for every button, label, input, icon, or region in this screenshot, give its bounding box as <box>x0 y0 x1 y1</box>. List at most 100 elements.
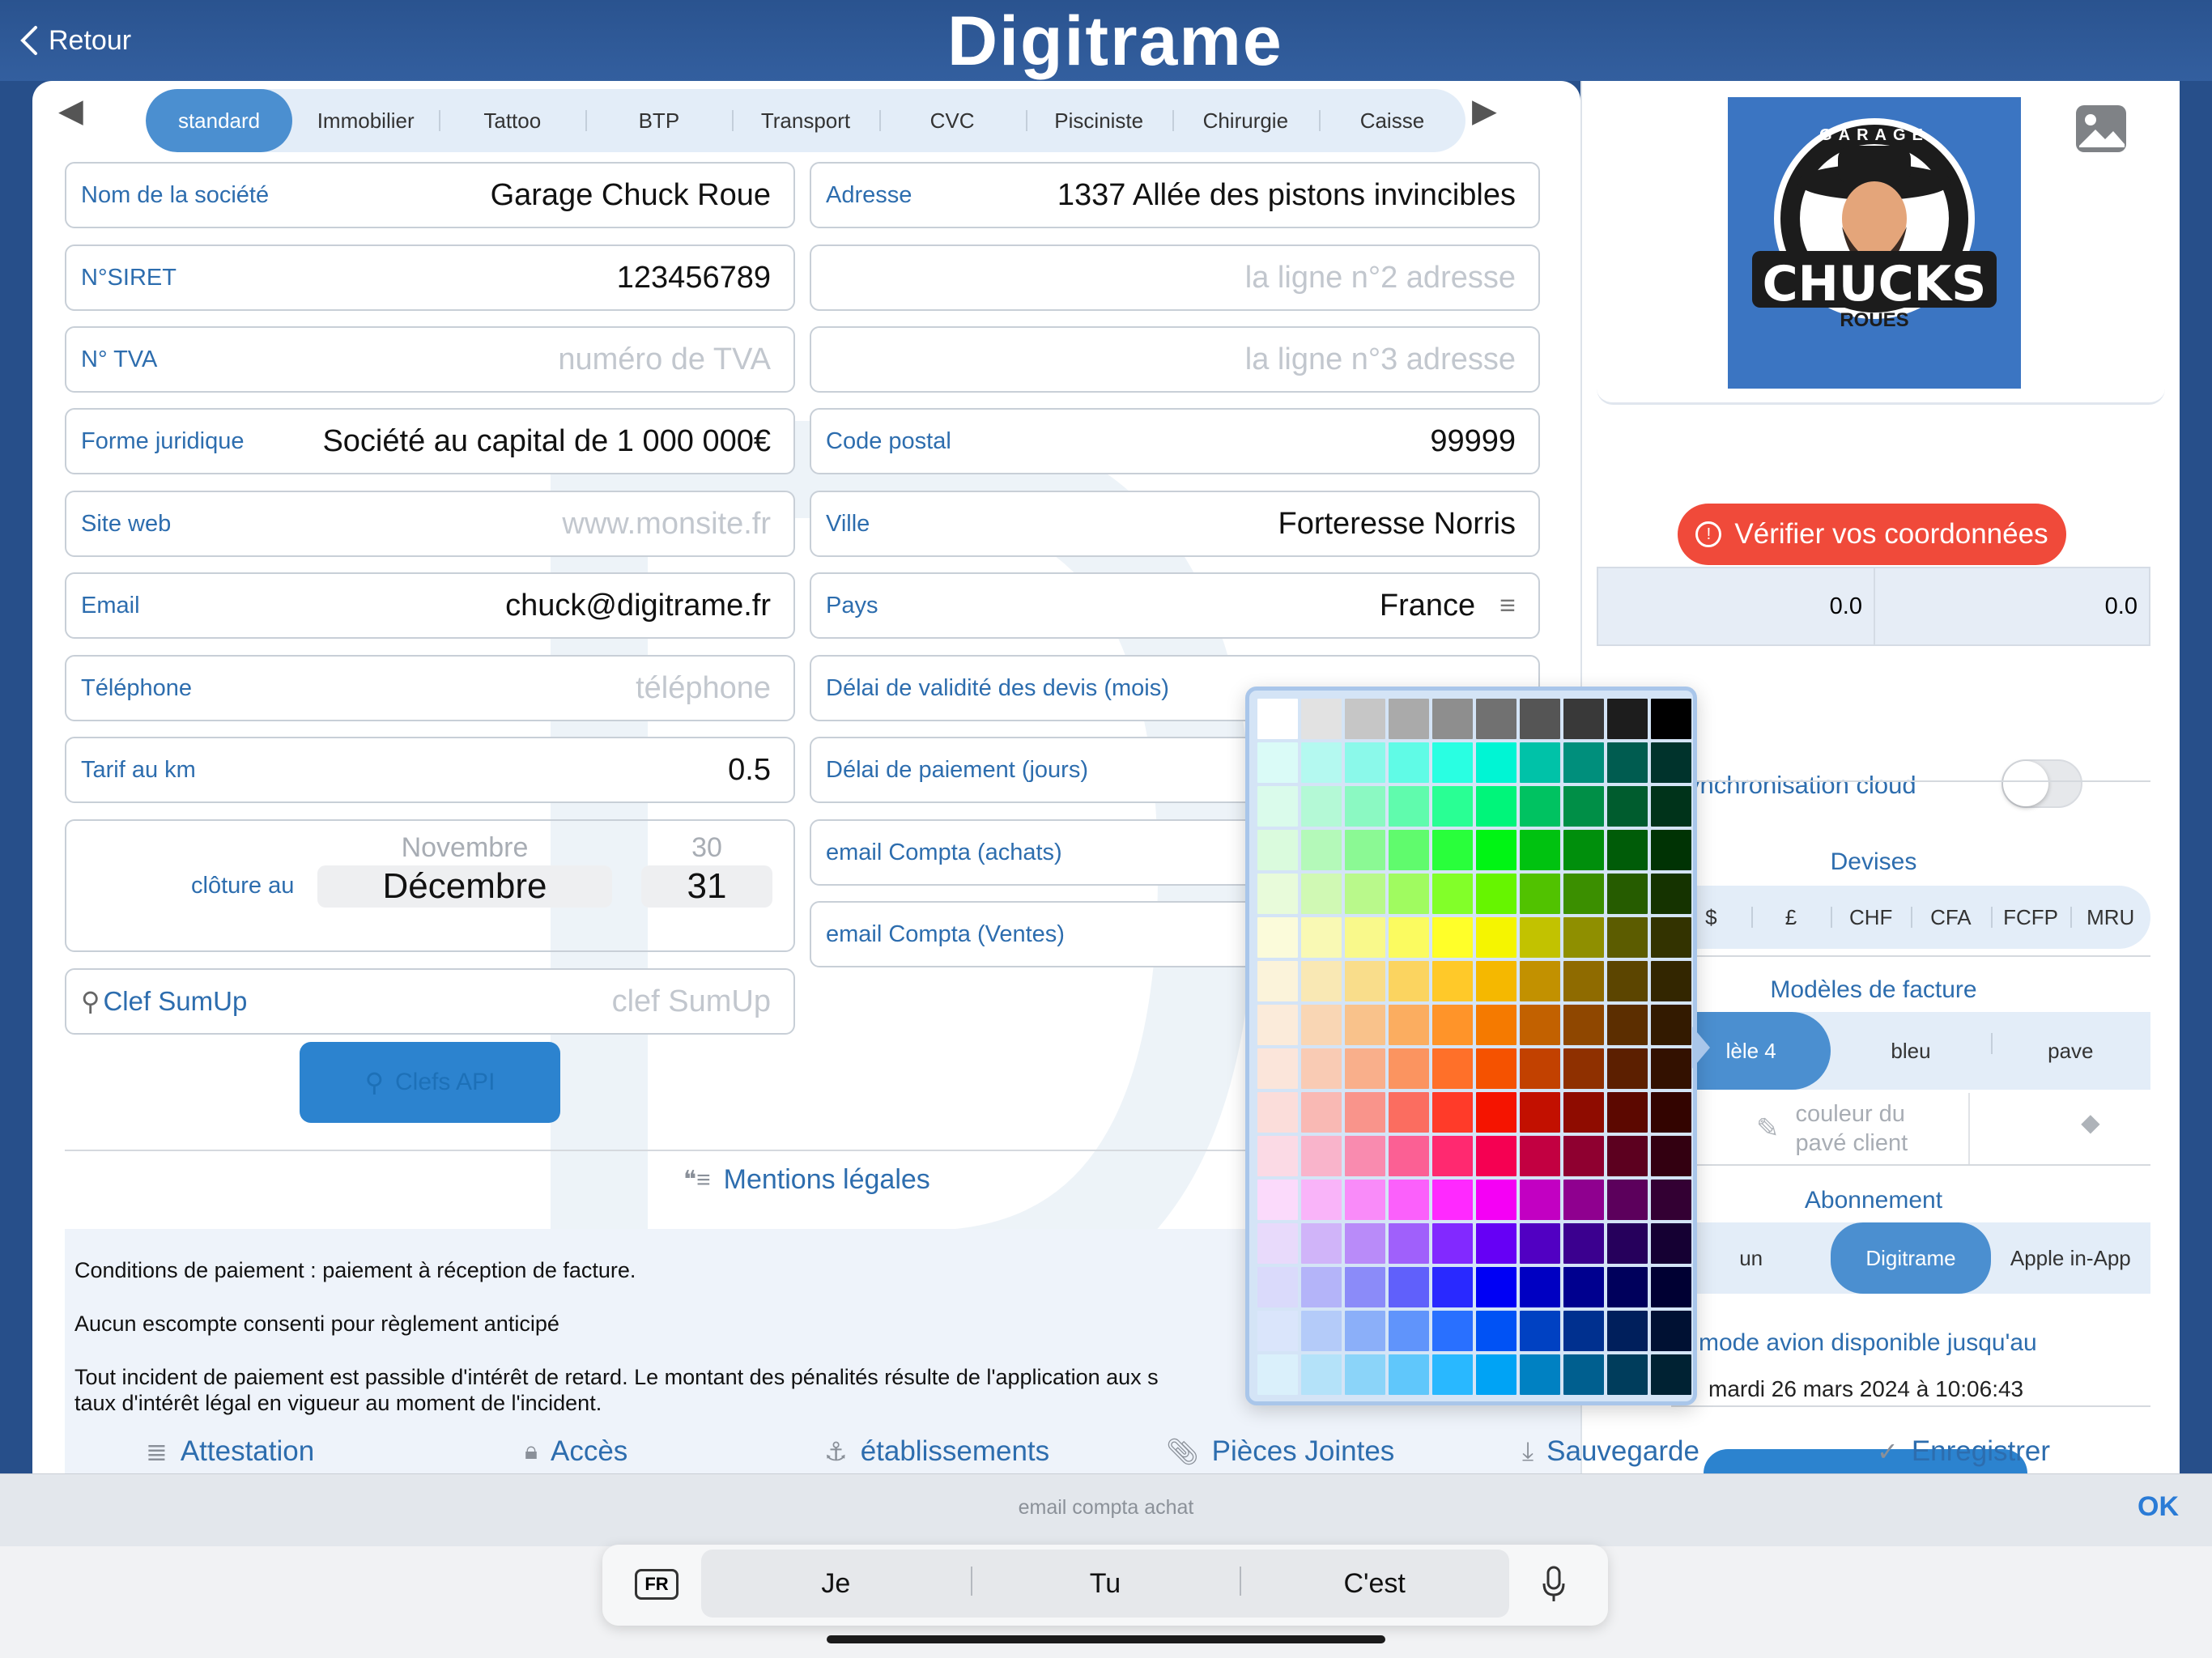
color-swatch[interactable] <box>1520 1092 1560 1133</box>
color-swatch[interactable] <box>1389 1136 1429 1176</box>
color-swatch[interactable] <box>1432 917 1473 958</box>
color-swatch[interactable] <box>1563 874 1604 914</box>
color-swatch[interactable] <box>1476 917 1516 958</box>
color-swatch[interactable] <box>1389 874 1429 914</box>
color-swatch[interactable] <box>1607 1223 1648 1264</box>
color-swatch[interactable] <box>1607 874 1648 914</box>
currency-mru[interactable]: MRU <box>2070 886 2150 949</box>
color-swatch[interactable] <box>1476 1223 1516 1264</box>
color-swatch[interactable] <box>1257 1311 1298 1351</box>
color-swatch[interactable] <box>1257 1048 1298 1089</box>
color-swatch[interactable] <box>1301 917 1342 958</box>
color-swatch[interactable] <box>1301 874 1342 914</box>
color-swatch[interactable] <box>1301 1136 1342 1176</box>
color-swatch[interactable] <box>1520 874 1560 914</box>
tab-chirurgie[interactable]: Chirurgie <box>1172 89 1319 152</box>
postal-code-field[interactable]: Code postal 99999 <box>810 408 1540 474</box>
color-swatch[interactable] <box>1476 1311 1516 1351</box>
prediction-word[interactable]: Je <box>701 1568 971 1600</box>
color-swatch[interactable] <box>1563 1180 1604 1220</box>
address-line3-field[interactable]: la ligne n°3 adresse <box>810 326 1540 393</box>
home-indicator[interactable] <box>827 1635 1385 1643</box>
color-swatch[interactable] <box>1257 1136 1298 1176</box>
company-name-field[interactable]: Nom de la société Garage Chuck Roue <box>65 162 795 228</box>
color-swatch[interactable] <box>1257 1354 1298 1395</box>
color-swatch[interactable] <box>1607 786 1648 827</box>
attestation-button[interactable]: ≣ Attestation <box>146 1435 314 1468</box>
eraser-icon[interactable]: ⬥ <box>2081 1107 2100 1139</box>
country-field[interactable]: Pays France ≡ <box>810 572 1540 639</box>
color-swatch[interactable] <box>1563 830 1604 870</box>
color-swatch[interactable] <box>1345 1180 1385 1220</box>
color-swatch[interactable] <box>1607 1311 1648 1351</box>
color-swatch[interactable] <box>1476 1136 1516 1176</box>
tab-transport[interactable]: Transport <box>732 89 878 152</box>
color-swatch[interactable] <box>1476 830 1516 870</box>
phone-field[interactable]: Téléphone téléphone <box>65 655 795 721</box>
color-swatch[interactable] <box>1651 1180 1691 1220</box>
color-swatch[interactable] <box>1563 1092 1604 1133</box>
color-swatch[interactable] <box>1607 1180 1648 1220</box>
color-swatch[interactable] <box>1520 742 1560 783</box>
color-swatch[interactable] <box>1476 1092 1516 1133</box>
color-swatch[interactable] <box>1651 786 1691 827</box>
color-swatch[interactable] <box>1345 1136 1385 1176</box>
color-swatch[interactable] <box>1301 1354 1342 1395</box>
color-swatch[interactable] <box>1257 961 1298 1001</box>
color-swatch[interactable] <box>1432 1048 1473 1089</box>
color-swatch[interactable] <box>1607 1136 1648 1176</box>
color-swatch[interactable] <box>1432 1005 1473 1045</box>
color-swatch[interactable] <box>1345 1354 1385 1395</box>
color-swatch[interactable] <box>1257 830 1298 870</box>
save-button[interactable]: ✓ Enregistrer <box>1877 1435 2050 1468</box>
color-swatch[interactable] <box>1563 1048 1604 1089</box>
color-swatch[interactable] <box>1432 1267 1473 1307</box>
color-swatch[interactable] <box>1520 961 1560 1001</box>
color-swatch[interactable] <box>1651 742 1691 783</box>
color-swatch[interactable] <box>1432 830 1473 870</box>
segment-prev-icon[interactable]: ◀ <box>58 92 83 130</box>
color-swatch[interactable] <box>1520 1267 1560 1307</box>
color-swatch[interactable] <box>1345 1223 1385 1264</box>
color-swatch[interactable] <box>1257 1180 1298 1220</box>
color-swatch[interactable] <box>1389 1354 1429 1395</box>
color-swatch[interactable] <box>1563 742 1604 783</box>
color-swatch[interactable] <box>1389 1223 1429 1264</box>
longitude-field[interactable]: 0.0 <box>1874 567 2150 646</box>
color-swatch[interactable] <box>1389 1311 1429 1351</box>
color-swatch[interactable] <box>1301 742 1342 783</box>
color-swatch[interactable] <box>1432 742 1473 783</box>
color-swatch[interactable] <box>1520 786 1560 827</box>
color-swatch[interactable] <box>1607 961 1648 1001</box>
color-swatch[interactable] <box>1563 1311 1604 1351</box>
color-swatch[interactable] <box>1257 1267 1298 1307</box>
color-swatch[interactable] <box>1563 1354 1604 1395</box>
prediction-word[interactable]: Tu <box>970 1566 1240 1600</box>
color-swatch[interactable] <box>1257 786 1298 827</box>
color-swatch[interactable] <box>1345 742 1385 783</box>
color-swatch[interactable] <box>1607 1354 1648 1395</box>
color-swatch[interactable] <box>1389 917 1429 958</box>
color-swatch[interactable] <box>1389 1180 1429 1220</box>
legal-form-field[interactable]: Forme juridique Société au capital de 1 … <box>65 408 795 474</box>
client-block-color-button[interactable]: ✎ couleur du pavé client <box>1708 1093 1970 1164</box>
color-swatch[interactable] <box>1520 1005 1560 1045</box>
color-swatch[interactable] <box>1345 917 1385 958</box>
backup-button[interactable]: ⤓ Sauvegarde <box>1522 1435 1699 1468</box>
address-field[interactable]: Adresse 1337 Allée des pistons invincibl… <box>810 162 1540 228</box>
color-swatch[interactable] <box>1607 1092 1648 1133</box>
color-swatch[interactable] <box>1651 1311 1691 1351</box>
color-swatch[interactable] <box>1520 1223 1560 1264</box>
color-swatch[interactable] <box>1345 961 1385 1001</box>
color-swatch[interactable] <box>1432 1223 1473 1264</box>
color-swatch[interactable] <box>1651 830 1691 870</box>
color-swatch[interactable] <box>1345 1048 1385 1089</box>
color-swatch[interactable] <box>1345 1311 1385 1351</box>
color-swatch[interactable] <box>1476 1048 1516 1089</box>
tab-caisse[interactable]: Caisse <box>1318 89 1465 152</box>
color-swatch[interactable] <box>1257 1005 1298 1045</box>
color-swatch[interactable] <box>1651 1136 1691 1176</box>
tva-field[interactable]: N° TVA numéro de TVA <box>65 326 795 393</box>
color-swatch[interactable] <box>1389 699 1429 739</box>
tab-cvc[interactable]: CVC <box>878 89 1026 152</box>
